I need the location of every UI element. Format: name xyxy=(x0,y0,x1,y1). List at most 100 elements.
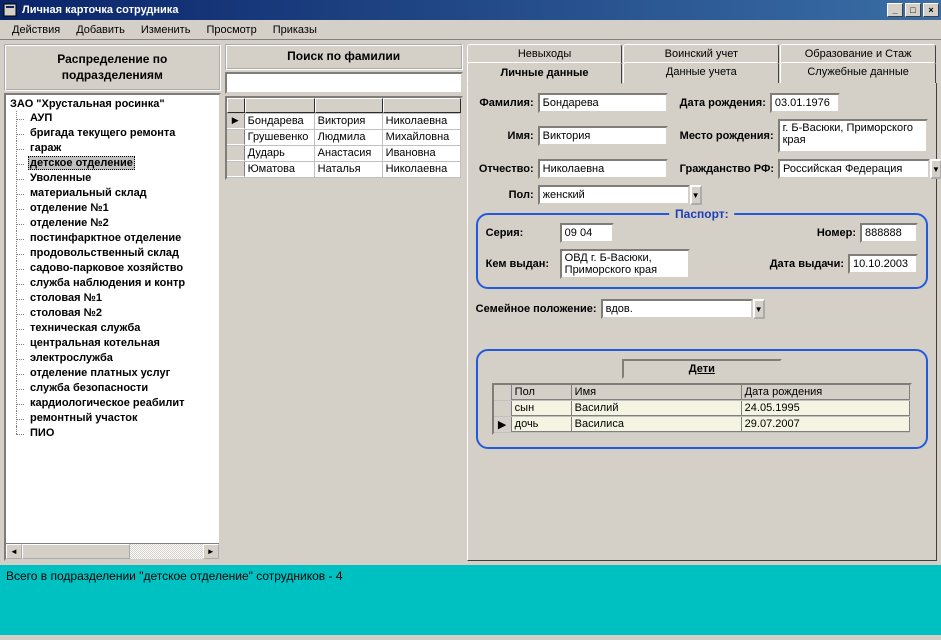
tree-item[interactable]: служба наблюдения и контр xyxy=(10,276,219,291)
app-icon xyxy=(2,2,18,18)
label-issue-date: Дата выдачи: xyxy=(770,258,844,270)
employee-grid[interactable]: ▶БондареваВикторияНиколаевнаГрушевенкоЛю… xyxy=(225,96,463,180)
grid-cell[interactable]: сын xyxy=(512,401,572,416)
children-col-dob[interactable]: Дата рождения xyxy=(742,385,910,400)
department-tree[interactable]: ЗАО "Хрустальная росинка" АУПбригада тек… xyxy=(4,93,221,561)
grid-cell[interactable]: Василий xyxy=(572,401,742,416)
tree-item[interactable]: отделение №2 xyxy=(10,216,219,231)
tab-personal[interactable]: Личные данные xyxy=(467,62,623,84)
tree-item[interactable]: служба безопасности xyxy=(10,381,219,396)
children-grid[interactable]: Пол Имя Дата рождения сынВасилий24.05.19… xyxy=(492,383,912,435)
input-citizenship[interactable] xyxy=(778,159,930,179)
grid-cell[interactable]: дочь xyxy=(512,417,572,432)
menu-orders[interactable]: Приказы xyxy=(265,22,325,38)
tree-item[interactable]: техническая служба xyxy=(10,321,219,336)
search-header: Поиск по фамилии xyxy=(225,44,463,70)
citizenship-dropdown-button[interactable]: ▼ xyxy=(930,159,941,179)
maximize-button[interactable]: □ xyxy=(905,3,921,17)
children-group: Дети Пол Имя Дата рождения сынВасилий24.… xyxy=(476,349,928,449)
grid-cell[interactable]: Ивановна xyxy=(383,146,461,161)
table-row[interactable]: ЮматоваНатальяНиколаевна xyxy=(227,162,461,178)
grid-cell[interactable]: Николаевна xyxy=(383,114,461,129)
grid-cell[interactable]: Грушевенко xyxy=(245,130,315,145)
menu-add[interactable]: Добавить xyxy=(68,22,133,38)
sex-dropdown-button[interactable]: ▼ xyxy=(690,185,702,205)
label-marital: Семейное положение: xyxy=(476,303,597,315)
menu-edit[interactable]: Изменить xyxy=(133,22,199,38)
tree-item[interactable]: Уволенные xyxy=(10,171,219,186)
close-button[interactable]: × xyxy=(923,3,939,17)
tree-item[interactable]: кардиологическое реабилит xyxy=(10,396,219,411)
input-number[interactable] xyxy=(860,223,918,243)
input-series[interactable] xyxy=(560,223,614,243)
tab-education[interactable]: Образование и Стаж xyxy=(780,44,936,63)
table-row[interactable]: ▶БондареваВикторияНиколаевна xyxy=(227,114,461,130)
input-birthplace[interactable] xyxy=(778,119,928,153)
tree-item[interactable]: детское отделение xyxy=(10,156,219,171)
label-series: Серия: xyxy=(486,227,556,239)
input-patronymic[interactable] xyxy=(538,159,668,179)
marital-dropdown-button[interactable]: ▼ xyxy=(753,299,765,319)
menu-actions[interactable]: Действия xyxy=(4,22,68,38)
tree-item[interactable]: бригада текущего ремонта xyxy=(10,126,219,141)
passport-group: Паспорт: Серия: Номер: Кем выдан: Дата в… xyxy=(476,213,928,289)
tab-absences[interactable]: Невыходы xyxy=(467,44,623,63)
tree-root[interactable]: ЗАО "Хрустальная росинка" xyxy=(10,97,219,111)
grid-cell[interactable]: Наталья xyxy=(315,162,383,177)
tree-item[interactable]: гараж xyxy=(10,141,219,156)
grid-cell[interactable]: Михайловна xyxy=(383,130,461,145)
scrollbar-thumb[interactable] xyxy=(22,544,130,559)
menu-view[interactable]: Просмотр xyxy=(198,22,264,38)
label-issued-by: Кем выдан: xyxy=(486,258,556,270)
grid-cell[interactable]: Анастасия xyxy=(315,146,383,161)
search-input[interactable] xyxy=(225,72,463,94)
table-row[interactable]: ▶дочьВасилиса29.07.2007 xyxy=(494,417,910,433)
children-col-sex[interactable]: Пол xyxy=(512,385,572,400)
row-indicator-icon xyxy=(227,146,245,161)
input-issue-date[interactable] xyxy=(848,254,918,274)
tree-item[interactable]: АУП xyxy=(10,111,219,126)
tree-item[interactable]: отделение платных услуг xyxy=(10,366,219,381)
tree-item[interactable]: отделение №1 xyxy=(10,201,219,216)
input-issued-by[interactable] xyxy=(560,249,690,279)
tree-item[interactable]: садово-парковое хозяйство xyxy=(10,261,219,276)
grid-cell[interactable]: Людмила xyxy=(315,130,383,145)
input-sex[interactable] xyxy=(538,185,690,205)
tab-military[interactable]: Воинский учет xyxy=(623,44,779,63)
input-surname[interactable] xyxy=(538,93,668,113)
row-indicator-icon: ▶ xyxy=(227,114,245,129)
tree-item[interactable]: ремонтный участок xyxy=(10,411,219,426)
grid-cell[interactable]: 24.05.1995 xyxy=(742,401,910,416)
table-row[interactable]: сынВасилий24.05.1995 xyxy=(494,401,910,417)
grid-cell[interactable]: Бондарева xyxy=(245,114,315,129)
label-name: Имя: xyxy=(476,130,534,142)
tab-account[interactable]: Данные учета xyxy=(623,62,779,83)
tree-item[interactable]: постинфарктное отделение xyxy=(10,231,219,246)
children-title[interactable]: Дети xyxy=(622,359,782,379)
tree-item[interactable]: электрослужба xyxy=(10,351,219,366)
grid-cell[interactable]: Дударь xyxy=(245,146,315,161)
tree-item[interactable]: столовая №1 xyxy=(10,291,219,306)
tab-content: Фамилия: Дата рождения: Имя: Место рожде… xyxy=(467,83,937,561)
input-birthdate[interactable] xyxy=(770,93,840,113)
scroll-right-button[interactable]: ► xyxy=(203,544,219,559)
scroll-left-button[interactable]: ◄ xyxy=(6,544,22,559)
input-name[interactable] xyxy=(538,126,668,146)
tree-item[interactable]: ПИО xyxy=(10,426,219,441)
grid-cell[interactable]: Василиса xyxy=(572,417,742,432)
scrollbar-track[interactable] xyxy=(22,544,203,559)
input-marital[interactable] xyxy=(601,299,753,319)
table-row[interactable]: ДударьАнастасияИвановна xyxy=(227,146,461,162)
grid-cell[interactable]: Юматова xyxy=(245,162,315,177)
tree-item[interactable]: центральная котельная xyxy=(10,336,219,351)
grid-cell[interactable]: Николаевна xyxy=(383,162,461,177)
tree-item[interactable]: продовольственный склад xyxy=(10,246,219,261)
tree-item[interactable]: материальный склад xyxy=(10,186,219,201)
grid-cell[interactable]: 29.07.2007 xyxy=(742,417,910,432)
minimize-button[interactable]: _ xyxy=(887,3,903,17)
table-row[interactable]: ГрушевенкоЛюдмилаМихайловна xyxy=(227,130,461,146)
tab-service[interactable]: Служебные данные xyxy=(780,62,936,83)
grid-cell[interactable]: Виктория xyxy=(315,114,383,129)
tree-item[interactable]: столовая №2 xyxy=(10,306,219,321)
children-col-name[interactable]: Имя xyxy=(572,385,742,400)
